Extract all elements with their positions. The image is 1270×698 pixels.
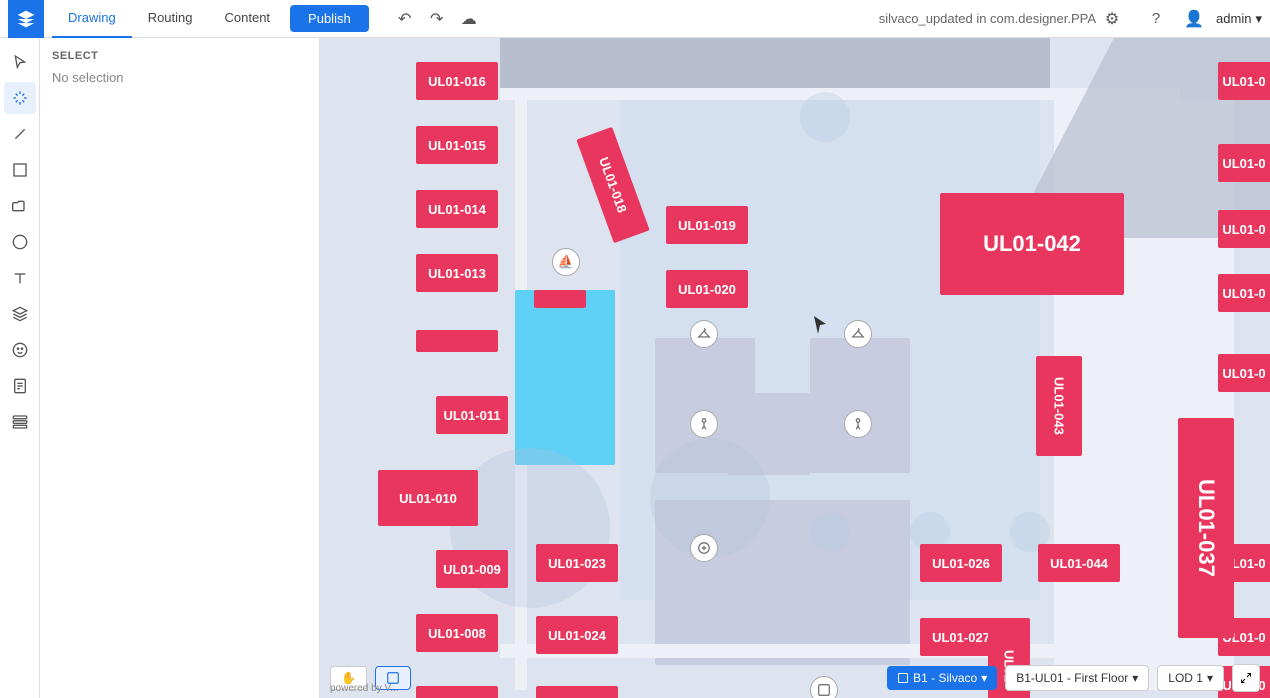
unit-ul01-037[interactable]: UL01-037 — [1178, 418, 1234, 638]
unit-ul01-016[interactable]: UL01-016 — [416, 62, 498, 100]
unit-right-3[interactable]: UL01-0 — [1218, 210, 1270, 248]
lod-selector[interactable]: LOD 1 ▾ — [1157, 665, 1224, 691]
tab-content[interactable]: Content — [209, 0, 287, 38]
app-logo — [8, 0, 44, 38]
floor-dropdown-icon: ▾ — [1132, 671, 1138, 685]
blue-pool — [515, 290, 615, 465]
left-toolbar — [0, 38, 40, 698]
unit-ul01-044[interactable]: UL01-044 — [1038, 544, 1120, 582]
unit-ul01-014[interactable]: UL01-014 — [416, 190, 498, 228]
pan-tool[interactable] — [4, 82, 36, 114]
unit-ul01-013[interactable]: UL01-013 — [416, 254, 498, 292]
help-button[interactable]: ? — [1140, 3, 1172, 35]
top-navbar: Drawing Routing Content Publish ↶ ↷ ☁ si… — [0, 0, 1270, 38]
circle-small-1 — [800, 92, 850, 142]
unit-small-red[interactable] — [416, 330, 498, 352]
icon-hanger-1 — [690, 320, 718, 348]
right-nav-group: ? 👤 admin ▾ — [1140, 3, 1262, 35]
map-area[interactable]: UL01-016 UL01-015 UL01-014 UL01-013 UL01… — [320, 38, 1270, 698]
no-selection-label: No selection — [52, 70, 307, 85]
unit-ul01-008[interactable]: UL01-008 — [416, 614, 498, 652]
main-layout: SELECT No selection — [0, 38, 1270, 698]
undo-button[interactable]: ↶ — [389, 3, 421, 35]
unit-ul01-020[interactable]: UL01-020 — [666, 270, 748, 308]
rectangle-tool[interactable] — [4, 154, 36, 186]
unit-ul01-043[interactable]: UL01-043 — [1036, 356, 1082, 456]
user-icon[interactable]: 👤 — [1178, 3, 1210, 35]
unit-ul01-011[interactable]: UL01-011 — [436, 396, 508, 434]
layers-tool[interactable] — [4, 298, 36, 330]
bottom-bar: ✋ powered by V... B1 - Silvaco ▾ B1-UL01… — [320, 658, 1270, 698]
expand-button[interactable] — [1232, 664, 1260, 692]
icon-food — [690, 534, 718, 562]
select-tool[interactable] — [4, 46, 36, 78]
icon-boat: ⛵ — [552, 248, 580, 276]
floor-selector[interactable]: B1-UL01 - First Floor ▾ — [1005, 665, 1149, 691]
unit-ul01-042[interactable]: UL01-042 — [940, 193, 1124, 295]
text-tool[interactable] — [4, 262, 36, 294]
unit-ul01-009[interactable]: UL01-009 — [436, 550, 508, 588]
icon-person-1 — [690, 410, 718, 438]
unit-right-1[interactable]: UL01-0 — [1218, 62, 1270, 100]
unit-ul01-010[interactable]: UL01-010 — [378, 470, 478, 526]
diagonal-tool[interactable] — [4, 118, 36, 150]
icon-person-2 — [844, 410, 872, 438]
unit-small-2[interactable] — [534, 290, 586, 308]
circle-small-2 — [810, 512, 850, 552]
venue-dropdown-icon: ▾ — [981, 671, 987, 685]
tab-routing[interactable]: Routing — [132, 0, 209, 38]
settings-icon[interactable]: ⚙ — [1096, 3, 1128, 35]
unit-right-4[interactable]: UL01-0 — [1218, 274, 1270, 312]
cloud-button[interactable]: ☁ — [453, 3, 485, 35]
unit-ul01-023[interactable]: UL01-023 — [536, 544, 618, 582]
venue-selector[interactable]: B1 - Silvaco ▾ — [887, 666, 997, 690]
user-menu[interactable]: admin ▾ — [1216, 11, 1262, 27]
doc-tool[interactable] — [4, 370, 36, 402]
side-panel: SELECT No selection — [40, 38, 320, 698]
unit-ul01-019[interactable]: UL01-019 — [666, 206, 748, 244]
folder-tool[interactable] — [4, 190, 36, 222]
icon-hanger-2 — [844, 320, 872, 348]
redo-button[interactable]: ↷ — [421, 3, 453, 35]
road-top — [500, 38, 1050, 88]
powered-by: powered by V... — [330, 683, 399, 694]
project-name: silvaco_updated in com.designer.PPA — [879, 11, 1096, 26]
unit-ul01-026[interactable]: UL01-026 — [920, 544, 1002, 582]
unit-right-2[interactable]: UL01-0 — [1218, 144, 1270, 182]
unit-right-5[interactable]: UL01-0 — [1218, 354, 1270, 392]
grey-room-2 — [810, 338, 910, 473]
unit-ul01-024[interactable]: UL01-024 — [536, 616, 618, 654]
circle-tool[interactable] — [4, 226, 36, 258]
unit-ul01-015[interactable]: UL01-015 — [416, 126, 498, 164]
lod-dropdown-icon: ▾ — [1207, 671, 1213, 685]
stack-tool[interactable] — [4, 406, 36, 438]
panel-section-label: SELECT — [52, 50, 307, 62]
face-tool[interactable] — [4, 334, 36, 366]
tab-drawing[interactable]: Drawing — [52, 0, 132, 38]
publish-button[interactable]: Publish — [290, 5, 369, 32]
